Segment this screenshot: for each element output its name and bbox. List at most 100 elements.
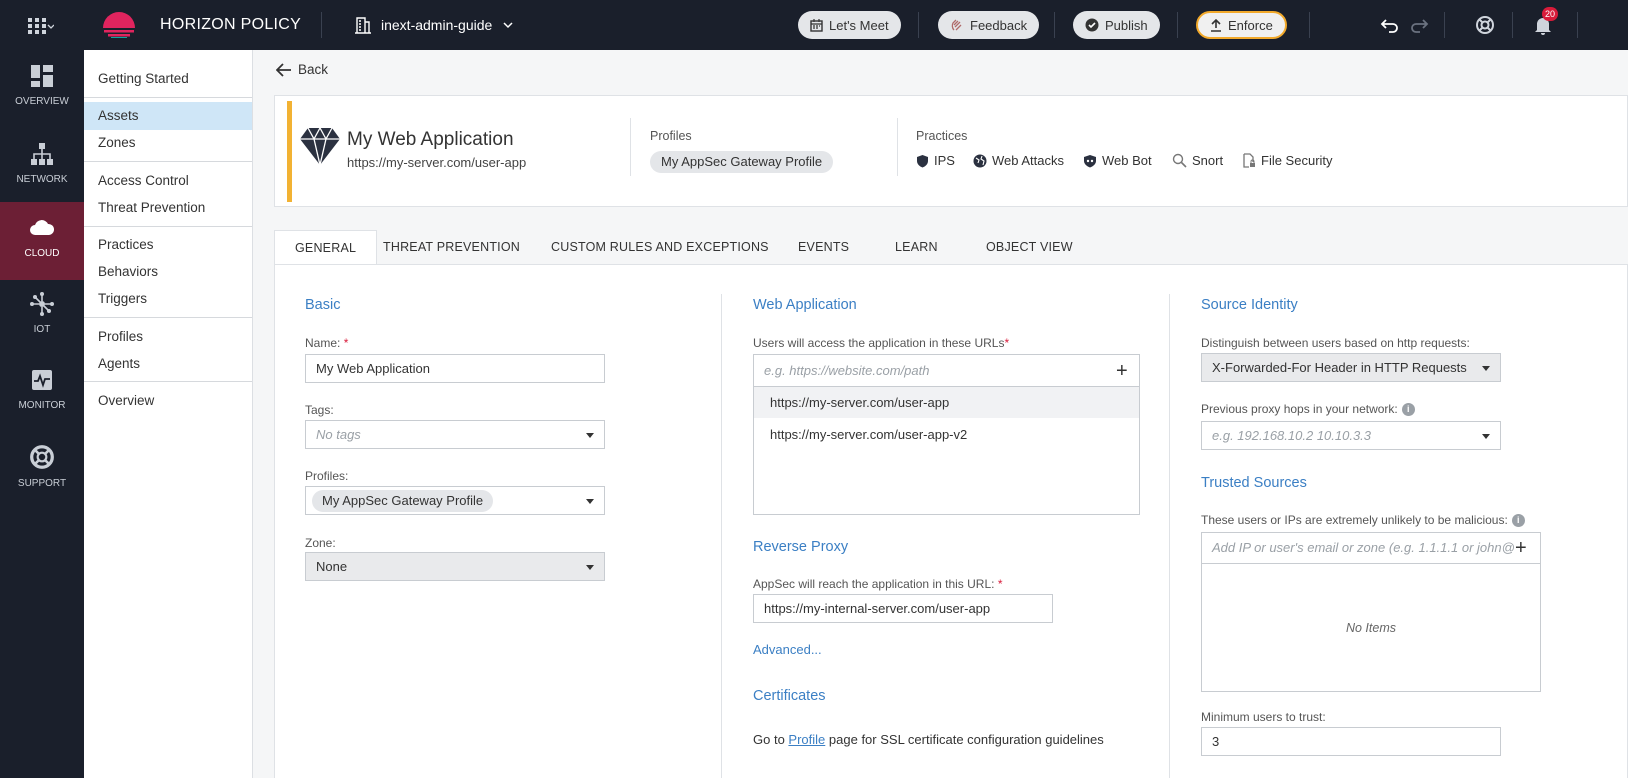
workspace-selector[interactable]: inext-admin-guide: [355, 14, 514, 36]
practice-file-security[interactable]: File Security: [1243, 153, 1333, 168]
top-bar: HORIZON POLICY inext-admin-guide Let's M…: [0, 0, 1628, 50]
nav-item-support[interactable]: SUPPORT: [0, 430, 84, 508]
bot-shield-icon: [1084, 154, 1096, 167]
lets-meet-button[interactable]: Let's Meet: [798, 11, 901, 39]
info-icon[interactable]: i: [1511, 514, 1525, 528]
profiles-label: Profiles:: [305, 469, 349, 483]
source-identity-section-title: Source Identity: [1201, 297, 1298, 313]
list-item[interactable]: https://my-server.com/user-app-v2: [754, 419, 1139, 450]
divider: [84, 161, 252, 162]
divider: [84, 97, 252, 98]
tab-general[interactable]: GENERAL: [274, 230, 378, 265]
profile-chip[interactable]: My AppSec Gateway Profile: [650, 151, 834, 173]
subnav-item-agents[interactable]: Agents: [84, 350, 252, 378]
divider: [1309, 12, 1310, 38]
distinguish-select[interactable]: X-Forwarded-For Header in HTTP Requests: [1201, 353, 1501, 382]
nav-label: NETWORK: [16, 174, 68, 185]
profiles-heading: Profiles: [650, 129, 692, 143]
subnav-item-overview[interactable]: Overview: [84, 387, 252, 415]
subnav-item-behaviors[interactable]: Behaviors: [84, 258, 252, 286]
nav-item-monitor[interactable]: MONITOR: [0, 354, 84, 432]
tags-select[interactable]: No tags: [305, 420, 605, 449]
subnav-item-threat-prevention[interactable]: Threat Prevention: [84, 194, 252, 222]
list-item[interactable]: https://my-server.com/user-app: [754, 387, 1139, 418]
subnav-item-practices[interactable]: Practices: [84, 231, 252, 259]
practice-label: Web Attacks: [992, 153, 1065, 168]
divider: [1577, 12, 1578, 38]
feedback-label: Feedback: [970, 17, 1028, 33]
back-label: Back: [298, 62, 329, 77]
profile-link[interactable]: Profile: [788, 732, 825, 747]
reverse-proxy-input[interactable]: https://my-internal-server.com/user-app: [753, 594, 1053, 623]
divider: [321, 12, 322, 38]
publish-button[interactable]: Publish: [1073, 11, 1160, 39]
info-icon[interactable]: i: [1401, 403, 1415, 417]
asset-name: My Web Application: [347, 129, 514, 150]
arrow-left-icon: [276, 62, 291, 77]
add-trusted-source-icon[interactable]: +: [1515, 538, 1527, 558]
web-application-section-title: Web Application: [753, 297, 857, 313]
subnav-item-getting-started[interactable]: Getting Started: [84, 65, 252, 93]
enforce-button[interactable]: Enforce: [1196, 11, 1287, 39]
tab-bar: GENERAL THREAT PREVENTION CUSTOM RULES A…: [274, 230, 1628, 265]
profiles-select[interactable]: My AppSec Gateway Profile: [305, 486, 605, 515]
redo-icon[interactable]: [1408, 14, 1430, 36]
trusted-source-input[interactable]: Add IP or user's email or zone (e.g. 1.1…: [1201, 532, 1541, 564]
tab-events[interactable]: EVENTS: [798, 230, 849, 264]
zone-label: Zone:: [305, 536, 336, 550]
caret-down-icon: [586, 565, 594, 570]
practice-web-bot[interactable]: Web Bot: [1083, 153, 1152, 168]
feedback-button[interactable]: Feedback: [938, 11, 1040, 39]
app-grid-icon[interactable]: [26, 15, 54, 37]
undo-icon[interactable]: [1379, 14, 1401, 36]
nav-item-overview[interactable]: OVERVIEW: [0, 50, 84, 128]
no-items-text: No Items: [1345, 621, 1396, 635]
subnav-item-assets[interactable]: Assets: [84, 102, 252, 130]
upload-icon: [1211, 18, 1221, 32]
profile-chip: My AppSec Gateway Profile: [312, 490, 494, 512]
basic-section-title: Basic: [305, 297, 341, 313]
urls-list: e.g. https://website.com/path + https://…: [753, 354, 1140, 515]
min-users-label: Minimum users to trust:: [1201, 710, 1326, 724]
network-icon: [31, 143, 53, 165]
divider: [1444, 12, 1445, 38]
app-title: HORIZON POLICY: [160, 16, 302, 33]
url-input[interactable]: e.g. https://website.com/path: [753, 354, 1140, 387]
back-link[interactable]: Back: [276, 62, 328, 77]
distinguish-label: Distinguish between users based on http …: [1201, 336, 1470, 350]
divider: [1177, 12, 1178, 38]
nav-item-iot[interactable]: IOT: [0, 278, 84, 356]
tab-threat-prevention[interactable]: THREAT PREVENTION: [383, 230, 520, 264]
practice-web-attacks[interactable]: Web Attacks: [973, 153, 1064, 168]
globe-icon: [973, 154, 987, 167]
publish-label: Publish: [1105, 17, 1148, 33]
file-lock-icon: [1243, 153, 1255, 168]
subnav-item-triggers[interactable]: Triggers: [84, 285, 252, 313]
practice-ips[interactable]: IPS: [916, 153, 955, 168]
subnav-item-access-control[interactable]: Access Control: [84, 167, 252, 195]
advanced-link[interactable]: Advanced...: [753, 642, 822, 657]
proxy-hops-select[interactable]: e.g. 192.168.10.2 10.10.3.3: [1201, 421, 1501, 450]
chevron-down-icon: [503, 22, 513, 29]
lifebuoy-icon[interactable]: [1474, 14, 1496, 36]
nav-label: IOT: [33, 324, 51, 335]
min-users-input[interactable]: 3: [1201, 727, 1501, 756]
nav-item-network[interactable]: NETWORK: [0, 128, 84, 206]
tab-learn[interactable]: LEARN: [895, 230, 938, 264]
caret-down-icon: [586, 433, 594, 438]
tab-custom-rules[interactable]: CUSTOM RULES AND EXCEPTIONS: [551, 230, 769, 264]
add-url-icon[interactable]: +: [1116, 361, 1128, 381]
nav-item-cloud[interactable]: CLOUD: [0, 202, 84, 280]
monitor-icon: [32, 370, 52, 390]
tab-object-view[interactable]: OBJECT VIEW: [986, 230, 1073, 264]
subnav-item-profiles[interactable]: Profiles: [84, 323, 252, 351]
trusted-label: These users or IPs are extremely unlikel…: [1201, 513, 1525, 528]
enforce-label: Enforce: [1228, 17, 1273, 33]
subnav-item-zones[interactable]: Zones: [84, 129, 252, 157]
certificates-section-title: Certificates: [753, 688, 826, 704]
zone-select[interactable]: None: [305, 552, 605, 581]
divider: [1169, 294, 1170, 778]
divider: [1054, 12, 1055, 38]
name-input[interactable]: My Web Application: [305, 354, 605, 383]
practice-snort[interactable]: Snort: [1172, 153, 1223, 168]
